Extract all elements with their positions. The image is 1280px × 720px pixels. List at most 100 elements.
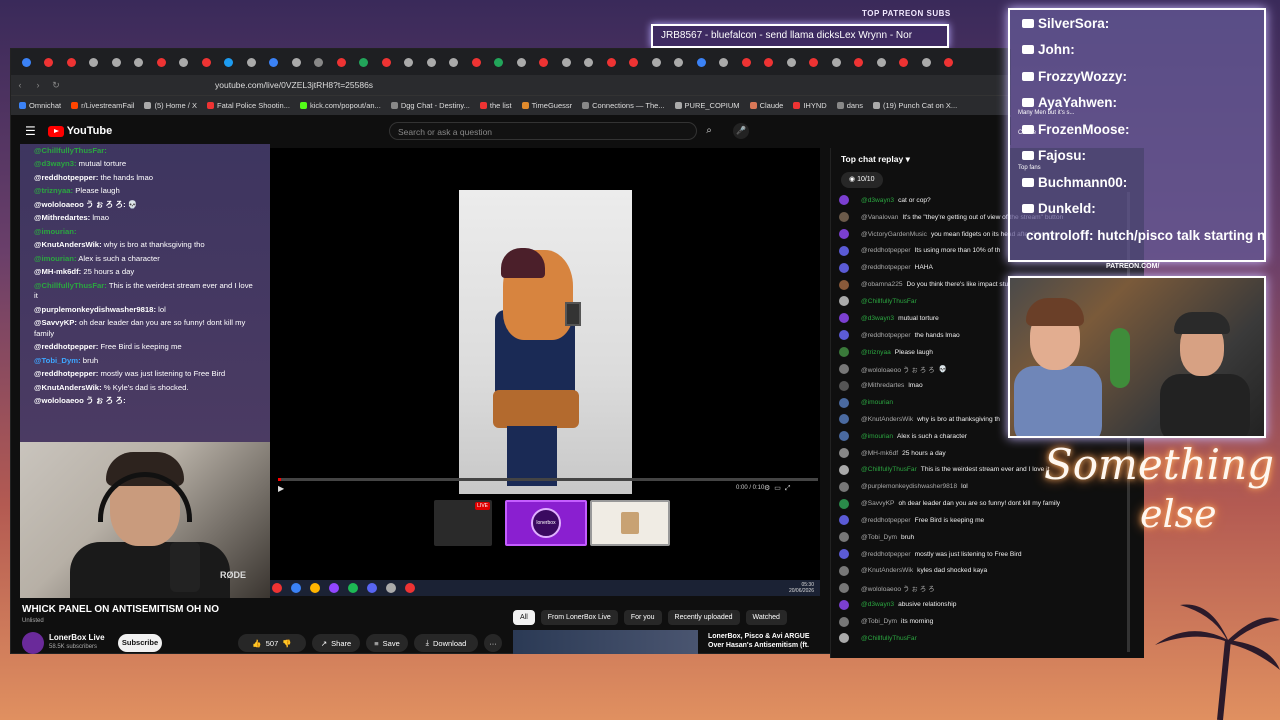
chat-username[interactable]: @d3wayn3 (861, 601, 894, 608)
microphone-icon[interactable]: 🎤 (733, 123, 749, 139)
browser-tab[interactable] (713, 52, 736, 72)
chat-username[interactable]: @obamna225 (861, 281, 903, 288)
chat-username[interactable]: @purplemonkeydishwasher9818 (861, 483, 957, 490)
bookmark-item[interactable]: kick.com/popout/an... (300, 101, 381, 110)
browser-tab[interactable] (38, 52, 61, 72)
chat-username[interactable]: @Mithredartes (861, 382, 904, 389)
chat-username[interactable]: @reddhotpepper (861, 332, 911, 339)
chat-username[interactable]: @imourian (861, 399, 893, 406)
chat-username[interactable]: @Tobi_Dym (861, 534, 897, 541)
app-icon[interactable] (310, 583, 320, 593)
chat-username[interactable]: @reddhotpepper: (34, 369, 98, 378)
bookmark-item[interactable]: Omnichat (19, 101, 61, 110)
user-avatar[interactable] (839, 414, 849, 425)
chat-username[interactable]: @d3wayn3 (861, 315, 894, 322)
chat-username[interactable]: @MH-mk6df: (34, 267, 81, 276)
bookmark-item[interactable]: Dgg Chat - Destiny... (391, 101, 470, 110)
browser-tab[interactable] (915, 52, 938, 72)
search-icon[interactable]: ⌕ (697, 122, 721, 140)
user-avatar[interactable] (839, 549, 849, 560)
user-avatar[interactable] (839, 245, 849, 256)
filter-chip[interactable]: From LonerBox Live (540, 610, 618, 625)
user-avatar[interactable] (839, 515, 849, 526)
url-field[interactable]: youtube.com/live/0VZEL3jtRH8?t=25586s (215, 80, 373, 90)
user-avatar[interactable] (839, 296, 849, 307)
chat-username[interactable]: @d3wayn3 (861, 197, 894, 204)
browser-tab[interactable] (555, 52, 578, 72)
save-button[interactable]: ≡ Save (366, 634, 408, 652)
share-button[interactable]: ↗ Share (312, 634, 360, 652)
app-icon[interactable] (405, 583, 415, 593)
miniplayer-icon[interactable]: ▭ (774, 485, 785, 492)
recommended-video-thumbnail[interactable] (513, 630, 698, 654)
browser-tab[interactable] (870, 52, 893, 72)
bookmark-item[interactable]: (19) Punch Cat on X... (873, 101, 957, 110)
bookmark-item[interactable]: Fatal Police Shootin... (207, 101, 290, 110)
chat-username[interactable]: @VictoryGardenMusic (861, 231, 927, 238)
app-icon[interactable] (367, 583, 377, 593)
chat-username[interactable]: @reddhotpepper: (34, 342, 98, 351)
chat-username[interactable]: @KnutAndersWik: (34, 240, 102, 249)
filter-chip[interactable]: Recently uploaded (667, 610, 740, 625)
browser-tab[interactable] (308, 52, 331, 72)
browser-tab[interactable] (285, 52, 308, 72)
bookmark-item[interactable]: the list (480, 101, 512, 110)
bookmark-item[interactable]: r/LivestreamFail (71, 101, 134, 110)
user-avatar[interactable] (839, 481, 849, 492)
browser-tab[interactable] (600, 52, 623, 72)
browser-tab[interactable] (330, 52, 353, 72)
chat-username[interactable]: @reddhotpepper (861, 247, 911, 254)
user-avatar[interactable] (839, 380, 849, 391)
chat-username[interactable]: @reddhotpepper (861, 264, 911, 271)
thumbs-down-icon[interactable]: 👎 (282, 639, 291, 648)
filter-chip[interactable]: All (513, 610, 535, 625)
chat-username[interactable]: @reddhotpepper (861, 551, 911, 558)
browser-tab[interactable] (263, 52, 286, 72)
chat-username[interactable]: @ChillfullyThusFar (861, 466, 917, 473)
chat-username[interactable]: @SavvyKP: (34, 318, 77, 327)
user-avatar[interactable] (839, 313, 849, 324)
chat-username[interactable]: @wololoaeoo う ぉ ろ ろ (861, 583, 935, 593)
browser-tab[interactable] (83, 52, 106, 72)
user-avatar[interactable] (839, 212, 849, 223)
video-progress-bar[interactable] (278, 478, 818, 481)
browser-tab[interactable] (780, 52, 803, 72)
user-avatar[interactable] (839, 498, 849, 509)
browser-tab[interactable] (105, 52, 128, 72)
user-avatar[interactable] (839, 195, 849, 206)
download-button[interactable]: ⤓ Download (414, 634, 478, 652)
chat-username[interactable]: @wololoaeoo う ぉ ろ ろ: (34, 396, 126, 405)
user-avatar[interactable] (839, 616, 849, 627)
reload-icon[interactable]: ↻ (47, 80, 65, 91)
browser-tab[interactable] (173, 52, 196, 72)
browser-tab[interactable] (825, 52, 848, 72)
chat-username[interactable]: @Tobi_Dym (861, 618, 897, 625)
chat-username[interactable]: @d3wayn3: (34, 159, 77, 168)
browser-tab[interactable] (668, 52, 691, 72)
browser-tab[interactable] (465, 52, 488, 72)
user-avatar[interactable] (839, 229, 849, 240)
app-icon[interactable] (272, 583, 282, 593)
chat-username[interactable]: @KnutAndersWik: (34, 383, 102, 392)
browser-tab[interactable] (645, 52, 668, 72)
browser-tab[interactable] (848, 52, 871, 72)
back-icon[interactable]: ‹ (11, 80, 29, 90)
chat-username[interactable]: @purplemonkeydishwasher9818: (34, 305, 156, 314)
settings-icon[interactable]: ⚙ (764, 485, 774, 492)
browser-tab[interactable] (533, 52, 556, 72)
browser-tab[interactable] (623, 52, 646, 72)
chat-username[interactable]: @MH-mk6df (861, 450, 898, 457)
subscribe-button[interactable]: Subscribe (118, 634, 162, 652)
more-actions-button[interactable]: ··· (484, 634, 502, 652)
browser-tab[interactable] (803, 52, 826, 72)
filter-chip[interactable]: For you (623, 610, 662, 625)
like-button[interactable]: 👍 507 👎 (238, 634, 306, 652)
search-input[interactable]: Search or ask a question (389, 122, 697, 140)
bookmark-item[interactable]: Claude (750, 101, 784, 110)
recommended-video-title[interactable]: LonerBox, Pisco & Avi ARGUE Over Hasan's… (708, 632, 818, 650)
chat-username[interactable]: @SavvyKP (861, 500, 894, 507)
browser-tab[interactable] (735, 52, 758, 72)
user-avatar[interactable] (839, 633, 849, 644)
chat-username[interactable]: @KnutAndersWik (861, 567, 913, 574)
user-avatar[interactable] (839, 262, 849, 273)
